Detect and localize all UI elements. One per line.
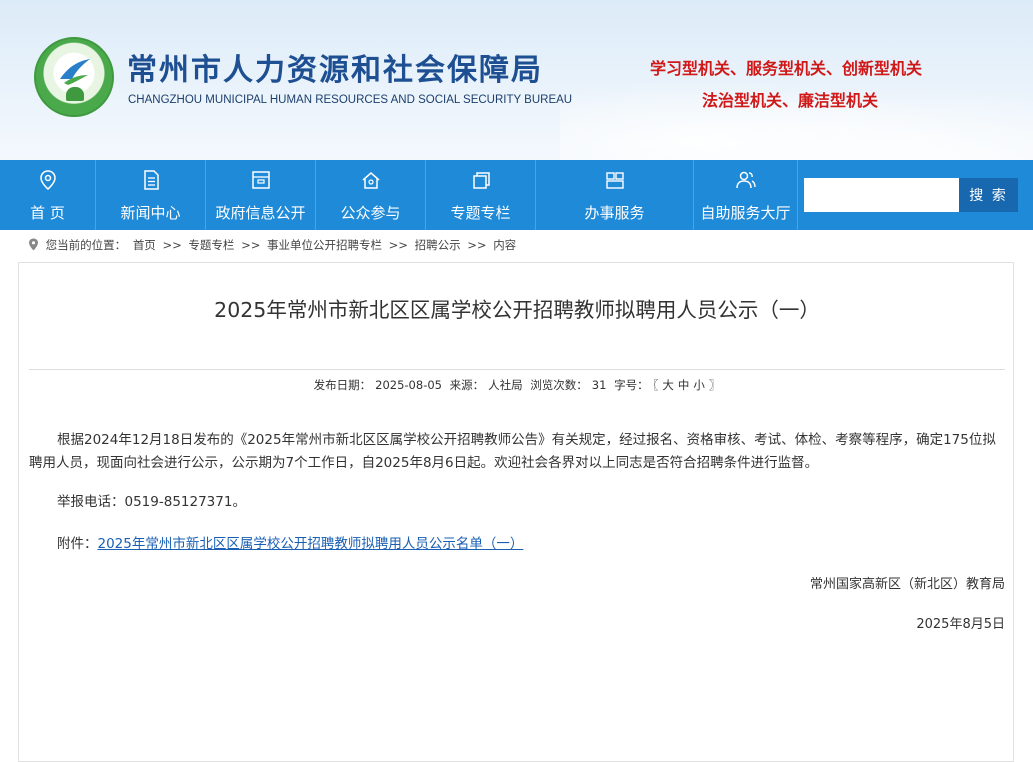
attachment-line: 附件：2025年常州市新北区区属学校公开招聘教师拟聘用人员公示名单（一） (29, 533, 1009, 556)
meta-source-label: 来源： (449, 378, 485, 392)
slogan-line-1: 学习型机关、服务型机关、创新型机关 (650, 59, 923, 78)
breadcrumb: 您当前的位置： 首页 >> 专题专栏 >> 事业单位公开招聘专栏 >> 招聘公示… (28, 237, 519, 255)
breadcrumb-item-content[interactable]: 内容 (493, 238, 516, 252)
nav-label: 专题专栏 (450, 204, 511, 222)
title-divider (29, 369, 1005, 370)
font-size-small[interactable]: 小 (693, 378, 705, 392)
attachment-label: 附件： (57, 536, 98, 552)
nav-label: 办事服务 (584, 204, 645, 222)
heart-icon (66, 87, 84, 101)
nav-item-self-service[interactable]: 自助服务大厅 (694, 160, 798, 230)
nav-item-home[interactable]: 首 页 (0, 160, 96, 230)
breadcrumb-item-home[interactable]: 首页 (133, 238, 156, 252)
nav-label: 政府信息公开 (215, 204, 306, 222)
search-button[interactable]: 搜 索 (959, 178, 1018, 212)
nav-item-topics[interactable]: 专题专栏 (426, 160, 536, 230)
people-home-icon (362, 172, 379, 189)
users-icon (735, 171, 756, 189)
breadcrumb-item-topics[interactable]: 专题专栏 (188, 238, 234, 252)
nav-item-services[interactable]: 办事服务 (536, 160, 694, 230)
location-pin-icon (39, 170, 56, 190)
font-size-large[interactable]: 大 (662, 378, 674, 392)
nav-label: 首 页 (30, 204, 65, 222)
meta-date: 2025-08-05 (375, 378, 442, 392)
crane-icon (60, 59, 90, 85)
breadcrumb-separator: >> (162, 238, 182, 252)
location-pin-icon (29, 238, 38, 251)
nav-item-gov-info[interactable]: 政府信息公开 (206, 160, 316, 230)
site-header: 常州市人力资源和社会保障局 CHANGZHOU MUNICIPAL HUMAN … (0, 0, 1033, 160)
archive-box-icon (251, 171, 270, 189)
nav-label: 新闻中心 (120, 204, 181, 222)
site-title-english: CHANGZHOU MUNICIPAL HUMAN RESOURCES AND … (128, 94, 573, 106)
main-nav: 首 页 新闻中心 政府信息公开 公众参与 专题专栏 办事服务 自助服务大厅 搜 … (0, 160, 1033, 230)
attachment-link[interactable]: 2025年常州市新北区区属学校公开招聘教师拟聘用人员公示名单（一） (98, 536, 524, 552)
meta-views-label: 浏览次数： (530, 378, 588, 392)
meta-date-label: 发布日期： (313, 378, 372, 392)
breadcrumb-item-notices[interactable]: 招聘公示 (415, 238, 461, 252)
breadcrumb-separator: >> (388, 238, 408, 252)
article-title: 2025年常州市新北区区属学校公开招聘教师拟聘用人员公示（一） (214, 298, 820, 322)
nav-label: 自助服务大厅 (700, 204, 791, 222)
header-cloud-decoration (560, 70, 1033, 160)
meta-source: 人社局 (488, 378, 523, 392)
meta-views: 31 (591, 378, 607, 392)
font-size-medium[interactable]: 中 (678, 378, 690, 392)
stacked-pages-icon (472, 172, 490, 189)
nav-label: 公众参与 (340, 204, 401, 222)
meta-font-label: 字号： (614, 378, 649, 392)
signature-date: 2025年8月5日 (916, 617, 1005, 632)
slogan-line-2: 法治型机关、廉洁型机关 (702, 91, 879, 110)
breadcrumb-separator: >> (467, 238, 487, 252)
signature-organization: 常州国家高新区（新北区）教育局 (809, 577, 1005, 592)
font-bracket-close: 〗 (708, 378, 721, 392)
service-icon (605, 172, 624, 189)
site-title[interactable]: 常州市人力资源和社会保障局 (127, 45, 543, 89)
font-bracket-open: 〖 (652, 378, 659, 392)
document-icon (143, 170, 159, 190)
breadcrumb-separator: >> (241, 238, 261, 252)
breadcrumb-prefix: 您当前的位置： (45, 238, 127, 252)
article-paragraph: 根据2024年12月18日发布的《2025年常州市新北区区属学校公开招聘教师公告… (29, 432, 996, 471)
search-input[interactable] (804, 178, 959, 212)
nav-item-news[interactable]: 新闻中心 (96, 160, 206, 230)
breadcrumb-item-recruitment[interactable]: 事业单位公开招聘专栏 (267, 238, 382, 252)
nav-item-participation[interactable]: 公众参与 (316, 160, 426, 230)
bureau-logo-icon[interactable] (34, 37, 114, 117)
article-meta: 发布日期： 2025-08-05 来源： 人社局 浏览次数： 31 字号：〖大中小〗 (19, 377, 1015, 393)
article-panel: 2025年常州市新北区区属学校公开招聘教师拟聘用人员公示（一） 发布日期： 202… (18, 262, 1014, 762)
report-phone: 举报电话：0519-85127371。 (57, 494, 246, 510)
